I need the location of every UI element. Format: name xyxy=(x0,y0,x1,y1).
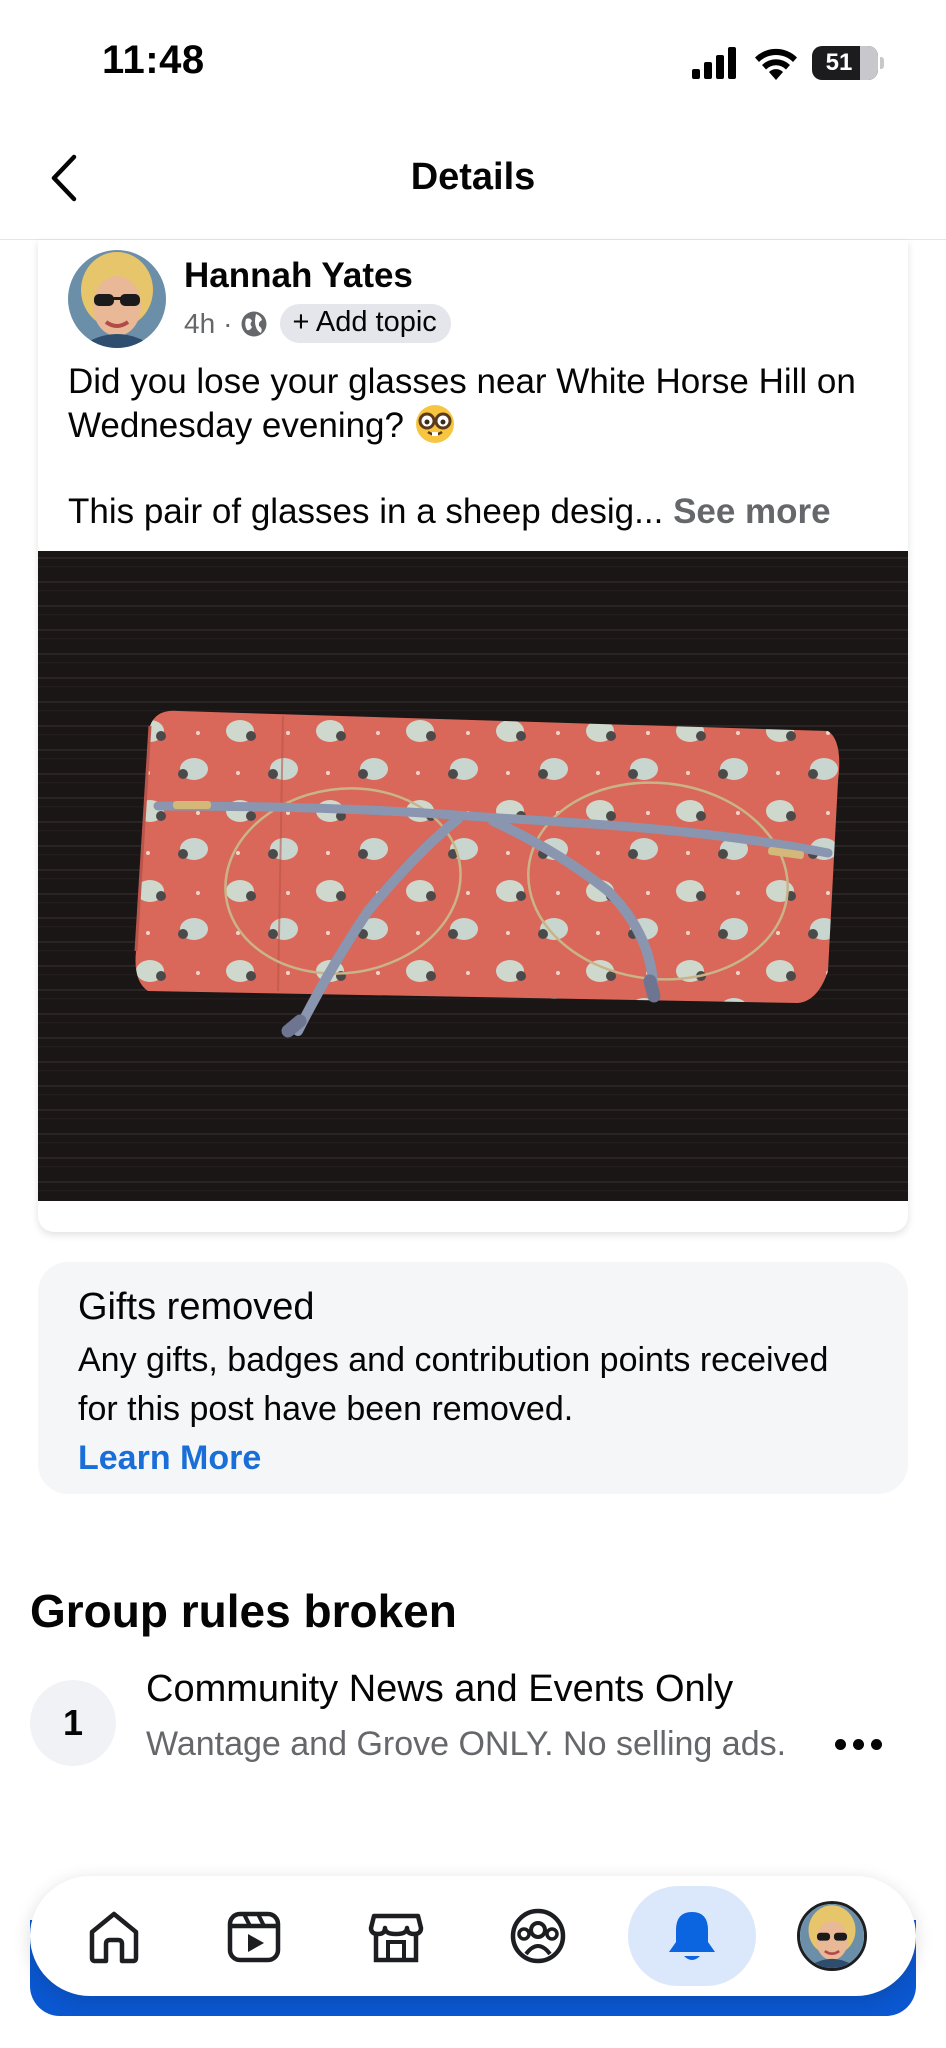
rule-title: Community News and Events Only xyxy=(146,1668,734,1710)
nerd-face-emoji-icon xyxy=(415,405,454,443)
status-time: 11:48 xyxy=(102,38,205,82)
profile-avatar-image xyxy=(800,1904,864,1968)
bottom-tab-bar xyxy=(30,1876,916,1996)
tab-home[interactable] xyxy=(50,1886,178,1986)
notifications-bell-icon xyxy=(669,1912,715,1960)
wifi-icon xyxy=(755,48,797,80)
post-time: 4h xyxy=(184,307,216,339)
marketplace-icon xyxy=(368,1913,424,1963)
battery-tip xyxy=(880,57,884,69)
post-text-line: Did you lose your glasses near White Hor… xyxy=(68,362,856,445)
status-bar: 11:48 51 xyxy=(0,0,946,120)
post-text: Did you lose your glasses near White Hor… xyxy=(68,360,888,447)
post-meta: 4h · + Add topic xyxy=(184,304,451,343)
nav-header: Details xyxy=(0,120,946,240)
gifts-removed-body: Any gifts, badges and contribution point… xyxy=(78,1341,829,1428)
home-icon xyxy=(89,1911,139,1964)
page-title: Details xyxy=(410,156,536,198)
author-avatar[interactable] xyxy=(68,250,166,348)
tab-notifications[interactable] xyxy=(628,1886,756,1986)
post-text-line-2: This pair of glasses in a sheep desig... xyxy=(68,492,664,531)
add-topic-button[interactable]: + Add topic xyxy=(280,304,451,343)
see-more-link[interactable]: See more xyxy=(673,492,831,531)
more-dot xyxy=(870,1738,882,1750)
learn-more-link[interactable]: Learn More xyxy=(78,1434,868,1482)
post-photo[interactable] xyxy=(38,551,908,1201)
post-author-name[interactable]: Hannah Yates xyxy=(184,256,413,296)
tab-video[interactable] xyxy=(190,1886,318,1986)
cellular-signal-icon xyxy=(692,47,736,79)
profile-avatar xyxy=(797,1901,867,1971)
group-rules-heading: Group rules broken xyxy=(30,1585,457,1637)
gifts-removed-title: Gifts removed xyxy=(78,1286,315,1328)
groups-icon xyxy=(510,1908,566,1964)
status-icons: 51 xyxy=(692,46,884,80)
avatar-image xyxy=(68,250,166,348)
post-card: Hannah Yates 4h · + Add topic Did you lo… xyxy=(38,240,908,1232)
rule-more-options-button[interactable] xyxy=(830,1724,886,1764)
battery-level: 51 xyxy=(825,49,853,76)
rule-description: Wantage and Grove ONLY. No selling ads. xyxy=(146,1725,787,1763)
more-dot xyxy=(852,1738,864,1750)
tab-marketplace[interactable] xyxy=(332,1886,460,1986)
meta-separator: · xyxy=(223,307,233,339)
rule-number-badge: 1 xyxy=(30,1680,116,1766)
tab-profile[interactable] xyxy=(768,1886,896,1986)
more-dot xyxy=(834,1738,846,1750)
globe-icon xyxy=(241,311,267,336)
video-icon xyxy=(227,1911,281,1963)
post-text-truncated: This pair of glasses in a sheep desig...… xyxy=(68,490,898,533)
gifts-removed-notice: Gifts removed Any gifts, badges and cont… xyxy=(38,1262,908,1494)
tab-groups[interactable] xyxy=(474,1886,602,1986)
battery-indicator: 51 xyxy=(812,46,878,80)
